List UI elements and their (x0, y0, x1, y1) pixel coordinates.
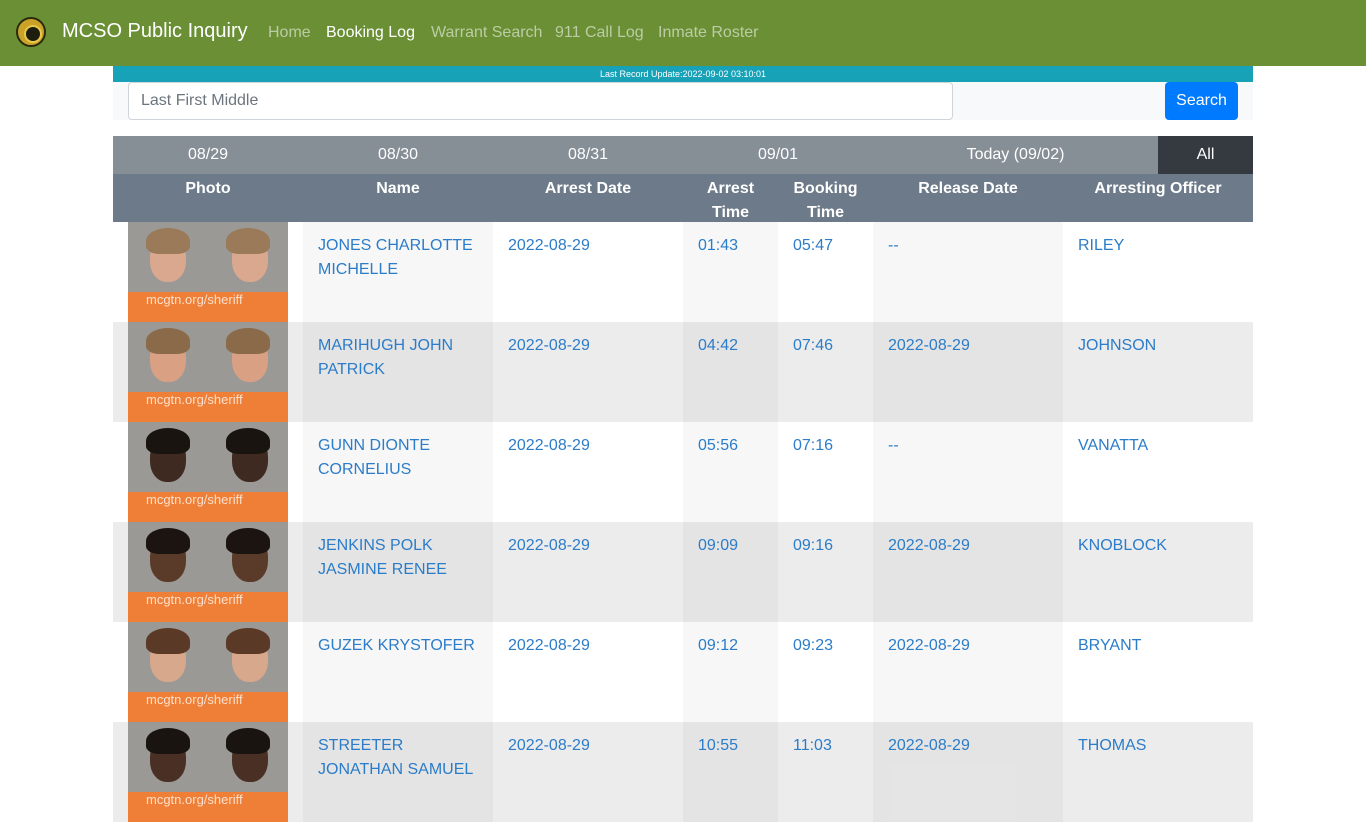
photo-watermark: mcgtn.org/sheriff (146, 392, 243, 407)
name-search-input[interactable] (128, 82, 953, 120)
inmate-name-link[interactable]: GUZEK KRYSTOFER (303, 622, 493, 722)
mugshot-front-image (128, 222, 208, 322)
date-tab-all[interactable]: All (1158, 136, 1253, 174)
date-tab-0901[interactable]: 09/01 (683, 136, 873, 174)
arrest-time-link[interactable]: 09:12 (683, 622, 778, 722)
booking-time-link[interactable]: 07:46 (778, 322, 873, 422)
inmate-name-link[interactable]: MARIHUGH JOHN PATRICK (303, 322, 493, 422)
col-header-arresting-officer[interactable]: Arresting Officer (1063, 177, 1253, 201)
mugshot-photo[interactable]: mcgtn.org/sheriff (128, 522, 288, 622)
arresting-officer-link[interactable]: KNOBLOCK (1063, 522, 1253, 622)
arresting-officer-link[interactable]: JOHNSON (1063, 322, 1253, 422)
mugshot-photo[interactable]: mcgtn.org/sheriff (128, 222, 288, 322)
date-tab-0831[interactable]: 08/31 (493, 136, 683, 174)
arrest-date-link[interactable]: 2022-08-29 (493, 722, 683, 822)
arresting-officer-link[interactable]: BRYANT (1063, 622, 1253, 722)
photo-watermark: mcgtn.org/sheriff (146, 592, 243, 607)
date-tab-0830[interactable]: 08/30 (303, 136, 493, 174)
inmate-name-link[interactable]: JENKINS POLK JASMINE RENEE (303, 522, 493, 622)
arrest-time-link[interactable]: 10:55 (683, 722, 778, 822)
arresting-officer-link[interactable]: VANATTA (1063, 422, 1253, 522)
mugshot-photo[interactable]: mcgtn.org/sheriff (128, 422, 288, 522)
arrest-date-link[interactable]: 2022-08-29 (493, 422, 683, 522)
last-update-banner: Last Record Update:2022-09-02 03:10:01 (113, 66, 1253, 82)
table-row: mcgtn.org/sheriff STREETER JONATHAN SAMUE… (113, 722, 1253, 822)
release-date-link[interactable]: -- (873, 422, 1063, 522)
booking-table-header: Photo Name Arrest Date Arrest Time Booki… (113, 174, 1253, 222)
table-row: mcgtn.org/sheriff JONES CHARLOTTE MICHELL… (113, 222, 1253, 322)
brand-link[interactable]: MCSO Public Inquiry (62, 20, 248, 43)
table-row: mcgtn.org/sheriff MARIHUGH JOHN PATRICK 20… (113, 322, 1253, 422)
photo-watermark: mcgtn.org/sheriff (146, 292, 243, 307)
nav-link-911-call-log[interactable]: 911 Call Log (555, 24, 644, 42)
mugshot-profile-image (208, 522, 288, 622)
mugshot-front-image (128, 622, 208, 722)
col-header-release-date[interactable]: Release Date (873, 177, 1063, 201)
col-header-name[interactable]: Name (303, 177, 493, 201)
col-header-arrest-time[interactable]: Arrest Time (683, 177, 778, 225)
search-bar: Search (113, 82, 1253, 120)
arresting-officer-link[interactable]: RILEY (1063, 222, 1253, 322)
release-date-link[interactable]: -- (873, 222, 1063, 322)
release-date-link[interactable]: 2022-08-29 (873, 622, 1063, 722)
inmate-name-link[interactable]: GUNN DIONTE CORNELIUS (303, 422, 493, 522)
photo-watermark: mcgtn.org/sheriff (146, 692, 243, 707)
booking-time-link[interactable]: 11:03 (778, 722, 873, 822)
mugshot-profile-image (208, 722, 288, 822)
arrest-date-link[interactable]: 2022-08-29 (493, 322, 683, 422)
mugshot-photo[interactable]: mcgtn.org/sheriff (128, 722, 288, 822)
mugshot-front-image (128, 522, 208, 622)
arrest-time-link[interactable]: 09:09 (683, 522, 778, 622)
col-header-arrest-date[interactable]: Arrest Date (493, 177, 683, 201)
mugshot-profile-image (208, 422, 288, 522)
photo-watermark: mcgtn.org/sheriff (146, 492, 243, 507)
mugshot-front-image (128, 422, 208, 522)
table-row: mcgtn.org/sheriff JENKINS POLK JASMINE RE… (113, 522, 1253, 622)
booking-time-link[interactable]: 09:16 (778, 522, 873, 622)
nav-link-inmate-roster[interactable]: Inmate Roster (658, 24, 758, 42)
booking-time-link[interactable]: 07:16 (778, 422, 873, 522)
sheriff-badge-logo-icon[interactable] (16, 17, 46, 47)
mugshot-profile-image (208, 622, 288, 722)
table-row: mcgtn.org/sheriff GUZEK KRYSTOFER 2022-08-… (113, 622, 1253, 722)
mugshot-profile-image (208, 322, 288, 422)
navbar: MCSO Public Inquiry Home Booking Log War… (0, 0, 1366, 66)
arrest-time-link[interactable]: 01:43 (683, 222, 778, 322)
date-filter-tabs: 08/29 08/30 08/31 09/01 Today (09/02) Al… (113, 136, 1253, 174)
release-date-link[interactable]: 2022-08-29 (873, 322, 1063, 422)
nav-link-booking-log[interactable]: Booking Log (326, 24, 415, 42)
mugshot-front-image (128, 322, 208, 422)
inmate-name-link[interactable]: JONES CHARLOTTE MICHELLE (303, 222, 493, 322)
arrest-date-link[interactable]: 2022-08-29 (493, 622, 683, 722)
photo-watermark: mcgtn.org/sheriff (146, 792, 243, 807)
release-date-link[interactable]: 2022-08-29 (873, 722, 1063, 822)
mugshot-photo[interactable]: mcgtn.org/sheriff (128, 322, 288, 422)
inmate-name-link[interactable]: STREETER JONATHAN SAMUEL (303, 722, 493, 822)
release-date-link[interactable]: 2022-08-29 (873, 522, 1063, 622)
arrest-date-link[interactable]: 2022-08-29 (493, 222, 683, 322)
arrest-date-link[interactable]: 2022-08-29 (493, 522, 683, 622)
arresting-officer-link[interactable]: THOMAS (1063, 722, 1253, 822)
nav-link-warrant-search[interactable]: Warrant Search (431, 24, 542, 42)
booking-time-link[interactable]: 09:23 (778, 622, 873, 722)
nav-link-home[interactable]: Home (268, 24, 311, 42)
search-button[interactable]: Search (1165, 82, 1238, 120)
booking-time-link[interactable]: 05:47 (778, 222, 873, 322)
booking-table-body: mcgtn.org/sheriff JONES CHARLOTTE MICHELL… (113, 222, 1253, 822)
col-header-photo[interactable]: Photo (113, 177, 303, 201)
date-tab-today[interactable]: Today (09/02) (873, 136, 1158, 174)
col-header-booking-time[interactable]: Booking Time (778, 177, 873, 225)
mugshot-photo[interactable]: mcgtn.org/sheriff (128, 622, 288, 722)
arrest-time-link[interactable]: 04:42 (683, 322, 778, 422)
table-row: mcgtn.org/sheriff GUNN DIONTE CORNELIUS 20… (113, 422, 1253, 522)
mugshot-front-image (128, 722, 208, 822)
arrest-time-link[interactable]: 05:56 (683, 422, 778, 522)
date-tab-0829[interactable]: 08/29 (113, 136, 303, 174)
mugshot-profile-image (208, 222, 288, 322)
